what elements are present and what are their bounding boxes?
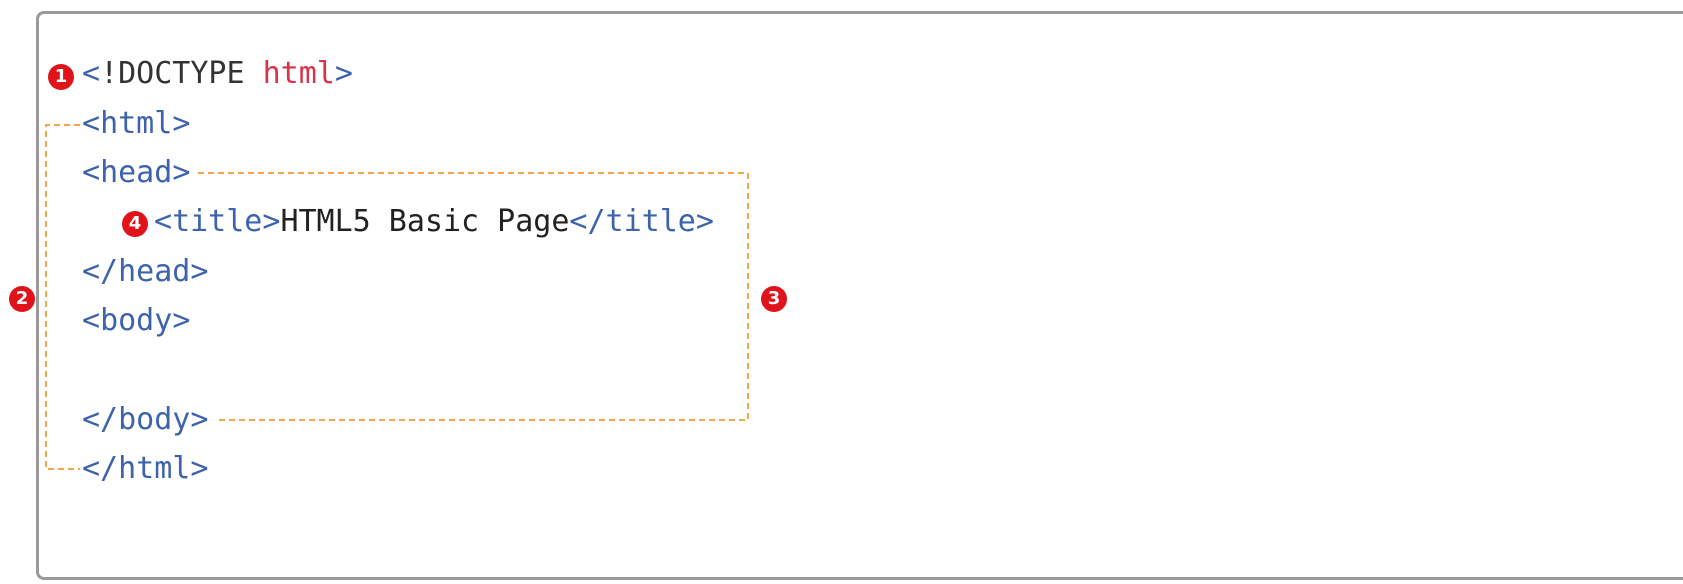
code-line-head-open: <head> xyxy=(82,153,190,193)
tag-name: html xyxy=(118,451,191,486)
doctype-attr: html xyxy=(262,56,335,91)
close-bracket: > xyxy=(172,303,191,338)
bracket-html-block xyxy=(45,124,80,470)
close-bracket: > xyxy=(334,56,353,91)
open-bracket: </ xyxy=(82,254,119,289)
badge-3: 3 xyxy=(761,286,787,312)
tag-name: head xyxy=(118,254,191,289)
close-bracket: > xyxy=(172,106,191,141)
code-line-head-close: </head> xyxy=(82,252,208,292)
tag-name: html xyxy=(100,106,173,141)
code-line-body-open: <body> xyxy=(82,301,190,341)
close-bracket: > xyxy=(190,254,209,289)
close-bracket: > xyxy=(262,204,281,239)
end-close-bracket: > xyxy=(695,204,714,239)
open-bracket: < xyxy=(154,204,173,239)
end-open-bracket: </ xyxy=(569,204,606,239)
code-line-title: <title>HTML5 Basic Page</title> xyxy=(154,202,714,242)
open-bracket: < xyxy=(82,155,101,190)
code-line-doctype: <!DOCTYPE html> xyxy=(82,54,353,94)
end-tag-name: title xyxy=(605,204,696,239)
doctype-keyword: !DOCTYPE xyxy=(100,56,245,91)
tag-name: body xyxy=(100,303,173,338)
open-bracket: < xyxy=(82,106,101,141)
tag-name: head xyxy=(100,155,173,190)
code-line-html-open: <html> xyxy=(82,104,190,144)
close-bracket: > xyxy=(190,402,209,437)
close-bracket: > xyxy=(172,155,191,190)
tag-name: body xyxy=(118,402,191,437)
badge-4: 4 xyxy=(122,211,148,237)
tag-name: title xyxy=(172,204,263,239)
code-line-html-close: </html> xyxy=(82,449,208,489)
open-bracket: < xyxy=(82,56,101,91)
close-bracket: > xyxy=(190,451,209,486)
badge-1: 1 xyxy=(48,64,74,90)
code-line-body-close: </body> xyxy=(82,400,208,440)
title-text: HTML5 Basic Page xyxy=(280,204,570,239)
open-bracket: </ xyxy=(82,451,119,486)
badge-2: 2 xyxy=(9,286,35,312)
open-bracket: < xyxy=(82,303,101,338)
open-bracket: </ xyxy=(82,402,119,437)
